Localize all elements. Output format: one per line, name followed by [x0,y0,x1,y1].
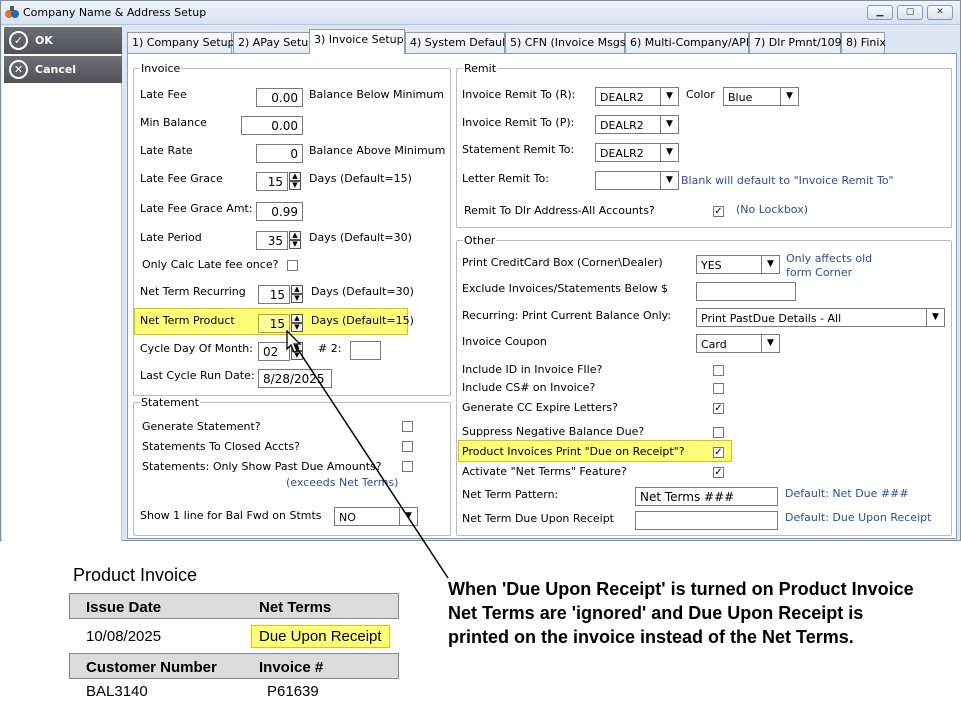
product-invoice-title: Product Invoice [73,565,198,585]
invoice-number-header: Invoice # [259,659,324,676]
invoice-header-row-1: Issue Date Net Terms [69,593,399,619]
customer-number-header: Customer Number [86,659,217,676]
customer-number-value: BAL3140 [86,683,148,700]
issue-date-header: Issue Date [86,599,162,616]
annotation-text: When 'Due Upon Receipt' is turned on Pro… [448,579,914,647]
issue-date-value: 10/08/2025 [86,628,162,645]
invoice-header-row-2: Customer Number Invoice # [69,653,399,679]
tab-invoice-setup[interactable]: 3) Invoice Setup [309,29,405,54]
invoice-number-value: P61639 [267,683,319,700]
net-terms-value: Due Upon Receipt [251,625,390,648]
net-terms-header: Net Terms [259,599,332,616]
